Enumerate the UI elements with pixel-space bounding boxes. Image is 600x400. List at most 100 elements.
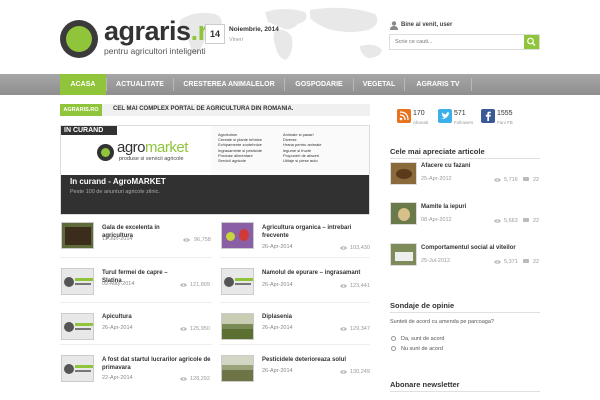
post-thumbnail[interactable] <box>221 222 254 249</box>
poll-option-yes-label[interactable]: Da, sunt de acord <box>401 336 444 342</box>
coming-soon-badge: IN CURAND <box>61 126 117 135</box>
featured-title[interactable]: In curand - AgroMARKET <box>70 177 166 186</box>
search-box <box>389 34 540 50</box>
post-title[interactable]: Apicultura <box>102 313 182 321</box>
post-title[interactable]: Diplasenia <box>262 313 370 321</box>
comments-icon <box>523 218 529 222</box>
comments-icon <box>523 259 529 263</box>
post-views: 125,950 <box>190 326 210 332</box>
post-thumbnail[interactable] <box>61 268 94 295</box>
agromarket-banner: IN CURAND agromarket produse si servicii… <box>61 126 211 175</box>
post-views: 103,430 <box>350 245 370 251</box>
liked-article-thumbnail[interactable] <box>390 243 417 266</box>
views-icon <box>180 377 187 381</box>
poll-question: Sunteti de acord cu amenda pe parcoaga? <box>390 319 494 325</box>
twitter-label: Followers <box>454 120 474 125</box>
post-views: 121,809 <box>190 282 210 288</box>
search-input[interactable] <box>390 35 520 49</box>
rss-count: 170 <box>413 110 425 117</box>
post-thumbnail[interactable] <box>221 268 254 295</box>
nav-item-agraris-tv[interactable]: AGRARIS TV <box>405 74 471 95</box>
nav-item-vegetal[interactable]: VEGETAL <box>354 74 404 95</box>
post-thumbnail[interactable] <box>61 355 94 382</box>
poll-heading: Sondaje de opinie <box>390 301 455 310</box>
facebook-label: Fani FB <box>497 120 513 125</box>
rss-label: Abonati <box>413 120 429 125</box>
views-icon <box>494 260 501 264</box>
liked-article-title[interactable]: Afacere cu fazani <box>421 163 470 169</box>
post-thumbnail[interactable] <box>221 355 254 382</box>
poll-option-no-radio[interactable] <box>391 346 396 351</box>
categories-left: Agroturism Cereale si plante tehnice Ech… <box>218 132 263 164</box>
agromarket-logo-icon <box>97 144 114 161</box>
liked-article-title[interactable]: Comportamentul social al viteilor <box>421 245 516 251</box>
ticker-headline[interactable]: CEL MAI COMPLEX PORTAL DE AGRICULTURA DI… <box>113 106 293 112</box>
post-views: 96,758 <box>194 237 211 243</box>
poll-option-yes-radio[interactable] <box>391 336 396 341</box>
post-date: 22-Apr-2014 <box>102 375 133 381</box>
post-title[interactable]: Namolul de epurare – ingrasamant <box>262 269 370 277</box>
liked-article-comments: 22 <box>533 177 540 183</box>
liked-article-thumbnail[interactable] <box>390 162 417 185</box>
agromarket-brand: agromarket <box>117 139 188 156</box>
facebook-icon[interactable] <box>481 109 495 123</box>
post-title[interactable]: Agricultura organica – intrebari frecven… <box>262 224 370 240</box>
post-thumbnail[interactable] <box>61 313 94 340</box>
rss-icon[interactable] <box>397 109 411 123</box>
liked-article-date: 08-Apr-2012 <box>421 217 452 223</box>
featured-slider[interactable]: IN CURAND agromarket produse si servicii… <box>60 125 370 215</box>
views-icon <box>494 219 501 223</box>
post-views: 128,292 <box>190 376 210 382</box>
post-date: 26-Apr-2014 <box>262 244 293 250</box>
post-views: 129,347 <box>350 326 370 332</box>
post-thumbnail[interactable] <box>61 222 94 249</box>
liked-article-views: 5,716 <box>504 177 518 183</box>
agraris-logo-mark[interactable] <box>60 20 98 58</box>
liked-article-views: 5,663 <box>504 218 518 224</box>
views-icon <box>340 327 347 331</box>
post-thumbnail[interactable] <box>221 313 254 340</box>
liked-article-thumbnail[interactable] <box>390 202 417 225</box>
search-button[interactable] <box>524 35 539 49</box>
views-icon <box>180 283 187 287</box>
post-title[interactable]: A fost dat startul lucrarilor agricole d… <box>102 356 212 372</box>
search-icon <box>527 37 536 46</box>
facebook-count: 1555 <box>497 110 513 117</box>
ticker-tag: AGRARIS.RO <box>60 104 102 116</box>
most-liked-heading: Cele mai apreciate articole <box>390 147 485 156</box>
comments-icon <box>523 177 529 181</box>
liked-article-comments: 22 <box>533 259 540 265</box>
user-icon <box>390 21 398 30</box>
liked-article-comments: 22 <box>533 218 540 224</box>
main-navigation: ACASA ACTUALITATE CRESTEREA ANIMALELOR G… <box>0 74 600 95</box>
nav-item-actualitate[interactable]: ACTUALITATE <box>107 74 173 95</box>
site-tagline: pentru agricultori inteligenti <box>104 46 206 56</box>
liked-article-title[interactable]: Mamite la iepuri <box>421 204 466 210</box>
views-icon <box>340 246 347 250</box>
post-date: 26-Apr-2014 <box>262 368 293 374</box>
post-title[interactable]: Pesticidele deterioreaza solul <box>262 356 370 364</box>
featured-description: Peste 100 de anunturi agricole zilnic. <box>70 189 160 195</box>
post-date: 11-Jun-2014 <box>102 236 133 242</box>
twitter-icon[interactable] <box>438 109 452 123</box>
post-views: 123,441 <box>350 283 370 289</box>
poll-option-no-label[interactable]: Nu sunt de acord <box>401 346 443 352</box>
post-date: 26-Apr-2014 <box>262 282 293 288</box>
views-icon <box>180 327 187 331</box>
categories-right: Animale si pasari Diverse Hrana pentru a… <box>283 132 322 164</box>
twitter-count: 571 <box>454 110 466 117</box>
nav-item-acasa[interactable]: ACASA <box>60 74 106 95</box>
welcome-message[interactable]: Bine ai venit, user <box>401 22 452 28</box>
nav-item-gospodarie[interactable]: GOSPODARIE <box>285 74 353 95</box>
views-icon <box>183 238 190 242</box>
date-month-year: Noiembrie, 2014 <box>229 26 279 33</box>
date-day-number: 14 <box>205 24 225 44</box>
views-icon <box>340 284 347 288</box>
liked-article-date: 25-Apr-2012 <box>421 176 452 182</box>
agromarket-subtitle: produse si servicii agricole <box>119 156 184 162</box>
views-icon <box>494 178 501 182</box>
views-icon <box>340 370 347 374</box>
nav-item-cresterea-animalelor[interactable]: CRESTEREA ANIMALELOR <box>174 74 284 95</box>
post-date: 26-Apr-2014 <box>102 325 133 331</box>
post-views: 130,249 <box>350 369 370 375</box>
